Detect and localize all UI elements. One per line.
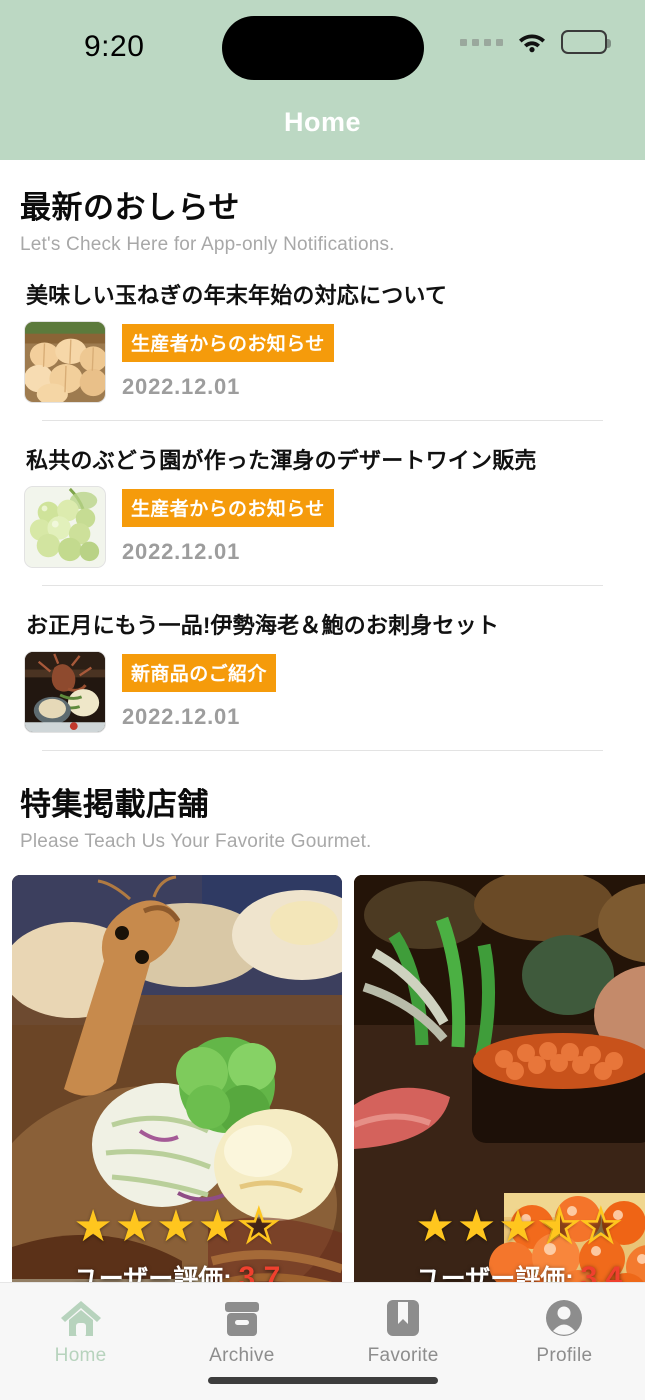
news-section-header: 最新のおしらせ Let's Check Here for App-only No… [0, 160, 645, 256]
news-item-date: 2022.12.01 [122, 539, 241, 564]
tab-profile[interactable]: Profile [484, 1295, 645, 1367]
tab-profile-label: Profile [536, 1345, 593, 1366]
tab-home-label: Home [54, 1345, 107, 1366]
news-item-title: 私共のぶどう園が作った渾身のデザートワイン販売 [26, 448, 537, 473]
news-item-meta: 新商品のご紹介 2022.12.01 [122, 651, 276, 730]
status-bar-indicators [460, 30, 611, 54]
status-bar: 9:20 [0, 0, 645, 96]
dynamic-island [222, 16, 424, 80]
news-list: 美味しい玉ねぎの年末年始の対応について 生産者からのお知らせ 2022.12.0… [0, 278, 645, 751]
shops-section-title: 特集掲載店舗 [20, 787, 209, 822]
tab-favorite-label: Favorite [367, 1345, 439, 1366]
status-bar-clock: 9:20 [84, 30, 145, 63]
list-item[interactable]: お正月にもう一品!伊勢海老＆鮑のお刺身セット 新商品のご紹介 2022.12.0… [0, 608, 645, 751]
star-rating-icon: ★★★★★ [73, 1202, 281, 1251]
wifi-icon [517, 31, 547, 53]
news-item-title: お正月にもう一品!伊勢海老＆鮑のお刺身セット [26, 613, 500, 638]
archive-box-icon [161, 1295, 322, 1341]
news-item-meta: 生産者からのお知らせ 2022.12.01 [122, 321, 334, 400]
shop-card-carousel[interactable]: ★★★★★ ユーザー評価: 3.7 ★★★★ ★★ ユーザー評価: 3.4 [0, 853, 645, 1305]
signal-dots-icon [460, 38, 503, 46]
shop-card[interactable]: ★★★★★ ユーザー評価: 3.7 [12, 875, 342, 1305]
shops-section-subtitle: Please Teach Us Your Favorite Gourmet. [20, 831, 372, 852]
news-item-meta: 生産者からのお知らせ 2022.12.01 [122, 486, 334, 565]
divider [42, 420, 603, 421]
status-badge: 生産者からのお知らせ [122, 324, 334, 362]
person-circle-icon [484, 1295, 645, 1341]
news-item-title: 美味しい玉ねぎの年末年始の対応について [26, 283, 448, 308]
status-badge: 新商品のご紹介 [122, 654, 276, 692]
onions-basket-thumbnail [24, 321, 106, 403]
list-item[interactable]: 私共のぶどう園が作った渾身のデザートワイン販売 生産者からのお知らせ 2022.… [0, 443, 645, 586]
star-rating-icon: ★★★★★ [360, 1203, 645, 1250]
status-badge: 生産者からのお知らせ [122, 489, 334, 527]
shops-section-header: 特集掲載店舗 Please Teach Us Your Favorite Gou… [0, 751, 645, 853]
tab-home[interactable]: Home [0, 1295, 161, 1367]
home-icon [0, 1295, 161, 1341]
tab-archive-label: Archive [209, 1345, 275, 1366]
green-grapes-thumbnail [24, 486, 106, 568]
phone-screen: 9:20 Home 最新のおしらせ Let's Check Here for A… [0, 0, 645, 1400]
page-title: Home [283, 107, 361, 137]
divider [42, 585, 603, 586]
battery-full-icon [561, 30, 611, 54]
home-indicator[interactable] [207, 1377, 438, 1384]
bookmark-icon [323, 1295, 484, 1341]
list-item[interactable]: 美味しい玉ねぎの年末年始の対応について 生産者からのお知らせ 2022.12.0… [0, 278, 645, 421]
news-item-date: 2022.12.01 [122, 704, 241, 729]
news-section-subtitle: Let's Check Here for App-only Notificati… [20, 234, 395, 255]
news-section-title: 最新のおしらせ [20, 190, 240, 225]
scroll-content: 最新のおしらせ Let's Check Here for App-only No… [0, 160, 645, 1305]
shop-card[interactable]: ★★★★★ ユーザー評価:3.4 [354, 875, 645, 1305]
news-item-date: 2022.12.01 [122, 374, 241, 399]
tab-archive[interactable]: Archive [161, 1295, 322, 1367]
tab-favorite[interactable]: Favorite [323, 1295, 484, 1367]
app-header: 9:20 Home [0, 0, 645, 160]
lobster-sashimi-thumbnail [24, 651, 106, 733]
